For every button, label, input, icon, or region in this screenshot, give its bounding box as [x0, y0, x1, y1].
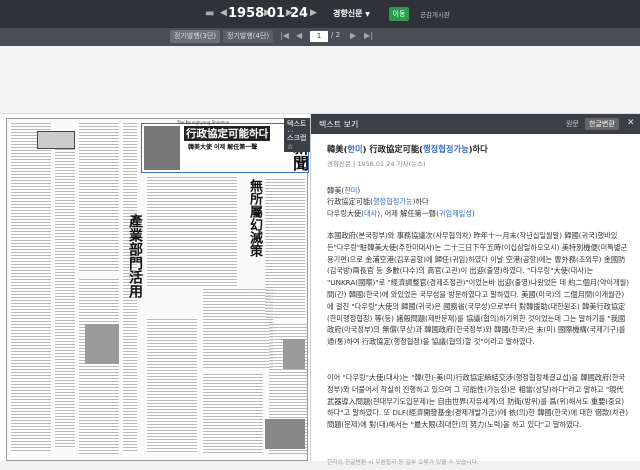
next-page-icon[interactable]: ▶ — [350, 31, 356, 40]
article-paragraph-2: 이어 "다우링"大使(대사)는 "韓(한)·美(미)行政協定締結交涉(행정협정체… — [327, 372, 629, 430]
newspaper-select[interactable]: 경향신문 ▼ — [333, 8, 370, 19]
headline-side: 無所屬幻滅策 — [247, 179, 262, 257]
next-day-arrow[interactable]: ▶ — [310, 8, 317, 18]
text-column — [147, 177, 237, 287]
top-toolbar: ▬ ◀ 1958 ▶ 01 ▶ 24 ▶ 경향신문 ▼ 이동 공감게시판 — [0, 0, 640, 28]
text-panel-body: 韓美(한미) 行政協定可能(행정협정가능)하다 경향신문 | 1958.01.2… — [311, 134, 640, 470]
last-page-icon[interactable]: ▶| — [364, 31, 373, 40]
first-page-icon[interactable]: |◀ — [280, 31, 289, 40]
notice-board-link[interactable]: 공감게시판 — [420, 9, 450, 19]
hangul-convert-button[interactable]: 한글변환 — [585, 118, 619, 130]
article-sub1: 韓美(한미) — [327, 185, 361, 195]
go-button[interactable]: 이동 — [389, 7, 409, 21]
close-icon[interactable]: ✕ — [627, 118, 635, 128]
month-value[interactable]: 01 — [267, 6, 285, 21]
header-spacer — [0, 46, 640, 114]
original-label[interactable]: 원문 — [566, 119, 579, 129]
article-photo — [283, 339, 305, 369]
text-column — [203, 289, 273, 369]
article-photo — [85, 324, 119, 364]
article-title: 韓美(한미) 行政協定可能(행정협정가능)하다 — [327, 144, 488, 154]
newspaper-image[interactable]: 行政協定可能하다 韓美大使 어제 解任第一聲 The Kyunghyang Sh… — [0, 114, 310, 461]
text-panel-title: 텍스트 보기 — [319, 119, 359, 129]
tab-regular-4[interactable]: 정기발행(4단) — [223, 30, 274, 43]
footer-note: 한자의 한글변환 시 무음합자 등 일부 오류가 있을 수 있습니다. — [327, 459, 479, 466]
text-column — [55, 149, 75, 449]
text-view-panel: 텍스트 보기 원문 한글변환 ✕ 韓美(한미) 行政協定可能(행정협정가능)하다… — [310, 114, 640, 466]
text-column — [203, 374, 263, 454]
text-column — [147, 319, 197, 454]
text-column — [11, 123, 51, 453]
text-column — [79, 279, 119, 454]
page-toolbar: 정기발행(3단) 정기발행(4단) |◀ ◀ 1 / 2 ▶ ▶| — [0, 28, 640, 46]
scrap-float-button[interactable]: 스크랩 ☆ — [284, 132, 310, 152]
article-sub3: 다우링大使(대사), 어제 解任第一聲(귀임제일성) — [327, 209, 475, 219]
year-value[interactable]: 1958 — [228, 6, 264, 21]
article-byline: 경향신문 | 1958.01.24 기사(뉴스) — [327, 159, 426, 168]
article-paragraph-1: 本國政府(본국정부)와 事務協議次(사무협의차) 昨年十一月末(작년십일월말) … — [327, 230, 630, 347]
page-input[interactable]: 1 — [310, 31, 328, 42]
newspaper-page: 行政協定可能하다 韓美大使 어제 解任第一聲 The Kyunghyang Sh… — [6, 118, 309, 461]
portrait-photo — [144, 126, 180, 170]
ad-image — [37, 131, 75, 149]
text-column — [265, 179, 305, 319]
calendar-icon[interactable]: ▬ — [205, 8, 214, 19]
masthead-small: The Kyunghyang Shinmun — [177, 120, 230, 125]
article-sub2: 行政協定可能(행정협정가능)하다 — [327, 197, 429, 207]
headline-sub: 韓美大使 어제 解任第一聲 — [188, 144, 258, 151]
day-value[interactable]: 24 — [290, 6, 308, 21]
prev-page-icon[interactable]: ◀ — [296, 31, 302, 40]
article-photo — [265, 419, 305, 449]
prev-year-arrow[interactable]: ◀ — [220, 8, 227, 18]
page-total: / 2 — [331, 31, 341, 39]
text-panel-header: 텍스트 보기 원문 한글변환 ✕ — [311, 114, 640, 134]
text-column — [79, 123, 119, 273]
chevron-down-icon: ▼ — [365, 11, 370, 18]
headline-industry: 產業部門活用 — [127, 214, 143, 298]
tab-regular-3[interactable]: 정기발행(3단) — [170, 30, 221, 43]
headline-main: 行政協定可能하다 — [184, 126, 271, 141]
